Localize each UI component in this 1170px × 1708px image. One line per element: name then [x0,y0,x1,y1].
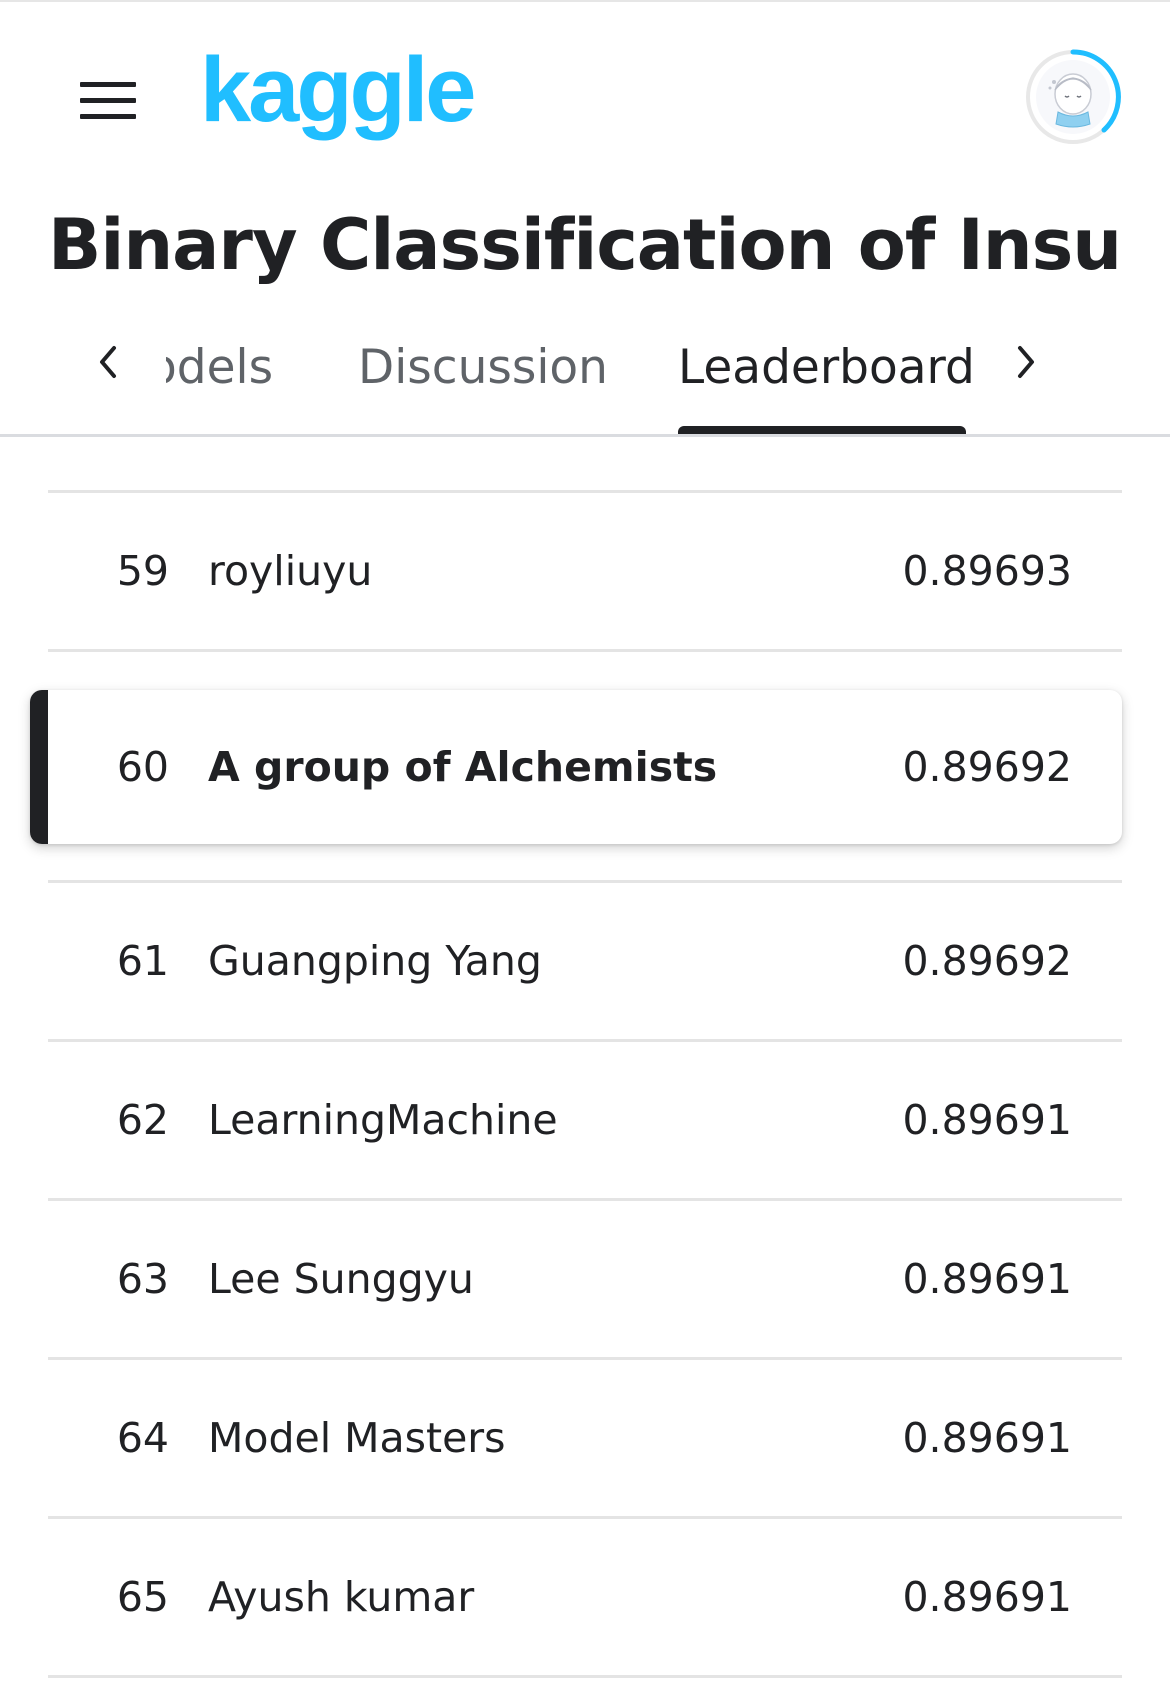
team-name: LearningMachine [208,1096,558,1144]
tab-discussion[interactable]: Discussion [358,338,608,398]
team-score: 0.89691 [902,1255,1072,1303]
team-name: Ayush kumar [208,1573,475,1621]
rank-number: 62 [116,1096,169,1144]
kaggle-logo[interactable]: kaggle [200,44,476,136]
rank-number: 60 [116,743,169,791]
hamburger-menu-icon[interactable] [80,80,136,122]
leaderboard-row[interactable]: 59 royliuyu 0.89693 [48,493,1122,649]
tabs-divider [0,434,1170,437]
team-name: Guangping Yang [208,937,542,985]
team-name: Lee Sunggyu [208,1255,474,1303]
tab-models[interactable]: odels [166,338,273,398]
leaderboard-row[interactable]: 64 Model Masters 0.89691 [48,1360,1122,1516]
team-name: royliuyu [208,547,373,595]
chevron-left-icon[interactable] [94,340,124,384]
chevron-right-icon[interactable] [1010,340,1040,384]
page-title: Binary Classification of Insurar [48,204,1120,286]
tab-strip: odels Discussion Leaderboard [166,320,1006,436]
own-team-accent-bar [30,690,48,844]
avatar-progress-ring [1026,49,1121,144]
rank-number: 61 [116,937,169,985]
team-score: 0.89691 [902,1573,1072,1621]
rank-number: 59 [116,547,169,595]
leaderboard-row[interactable]: 65 Ayush kumar 0.89691 [48,1519,1122,1675]
rank-number: 64 [116,1414,169,1462]
team-name: A group of Alchemists [208,743,718,791]
leaderboard-row[interactable]: 63 Lee Sunggyu 0.89691 [48,1201,1122,1357]
app-header: kaggle [0,0,1170,200]
rank-number: 63 [116,1255,169,1303]
tab-leaderboard[interactable]: Leaderboard [678,338,975,398]
team-score: 0.89693 [902,547,1072,595]
rank-number: 65 [116,1573,169,1621]
team-score: 0.89691 [902,1096,1072,1144]
row-divider [48,1675,1122,1678]
row-divider [48,649,1122,652]
team-name: Model Masters [208,1414,506,1462]
leaderboard-row[interactable]: 62 LearningMachine 0.89691 [48,1042,1122,1198]
leaderboard-row[interactable]: 61 Guangping Yang 0.89692 [48,883,1122,1039]
team-score: 0.89692 [902,743,1072,791]
leaderboard-row-own-team[interactable]: 60 A group of Alchemists 0.89692 [30,690,1122,844]
team-score: 0.89691 [902,1414,1072,1462]
team-score: 0.89692 [902,937,1072,985]
